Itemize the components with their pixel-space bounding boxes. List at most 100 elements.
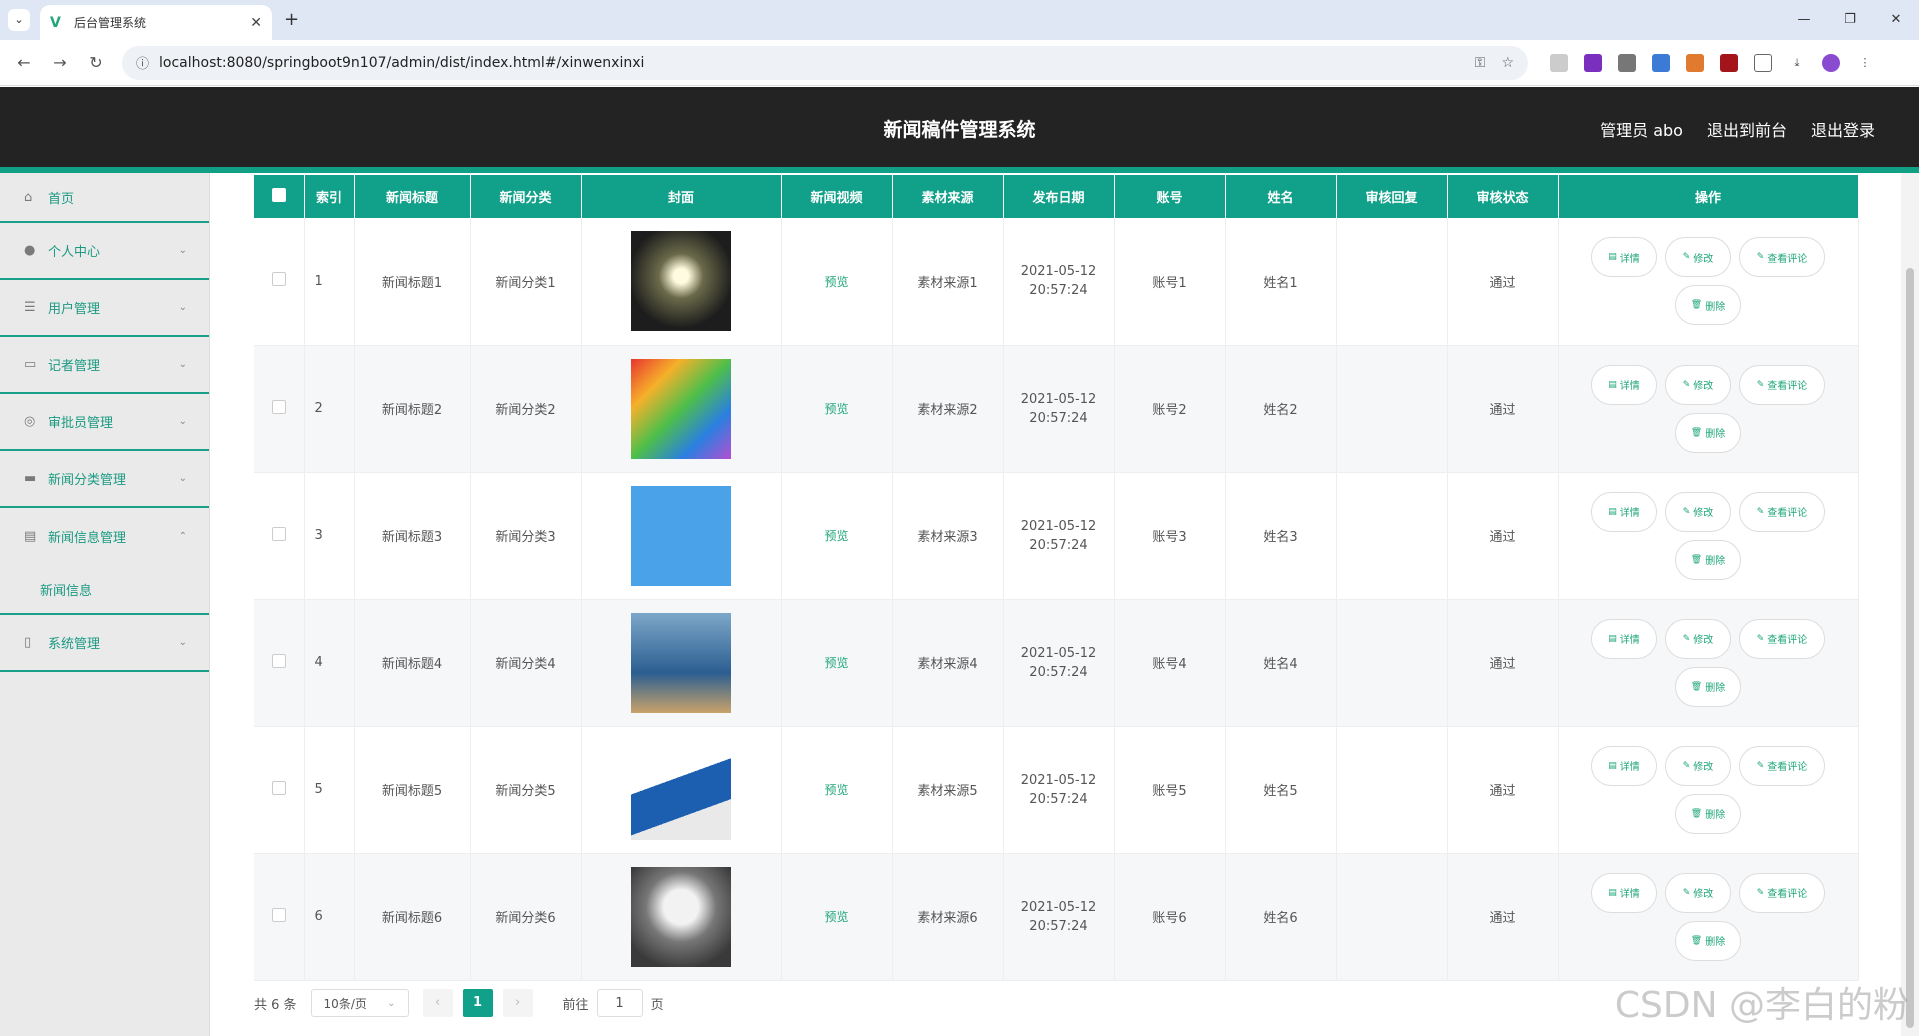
browser-tab[interactable]: V 后台管理系统 ✕ — [40, 5, 272, 40]
menu-dots-icon[interactable]: ⋮ — [1856, 53, 1874, 72]
puzzle-icon[interactable] — [1754, 53, 1772, 72]
view-comments-button[interactable]: ✎ 查看评论 — [1739, 618, 1825, 659]
time-text: 20:57:24 — [1029, 791, 1088, 807]
cover-image[interactable] — [631, 485, 731, 586]
edit-button[interactable]: ✎ 修改 — [1665, 364, 1731, 405]
profile-avatar[interactable] — [1822, 53, 1840, 72]
row-checkbox[interactable] — [271, 399, 286, 414]
delete-button[interactable]: 🗑 删除 — [1675, 920, 1741, 961]
page-size-select[interactable]: 10条/页 ⌄ — [310, 989, 409, 1017]
detail-button[interactable]: ▤ 详情 — [1591, 618, 1657, 659]
video-preview-link[interactable]: 预览 — [824, 910, 848, 924]
extension-icon[interactable] — [1618, 53, 1636, 72]
sidebar-item-system[interactable]: ▯ 系统管理 ⌄ — [0, 615, 209, 672]
page-scrollbar[interactable] — [1901, 173, 1919, 1036]
category-cell: 新闻分类6 — [470, 853, 582, 981]
delete-button[interactable]: 🗑 删除 — [1675, 285, 1741, 326]
edit-button[interactable]: ✎ 修改 — [1665, 618, 1731, 659]
new-tab-icon[interactable]: + — [284, 9, 299, 30]
detail-button[interactable]: ▤ 详情 — [1591, 872, 1657, 913]
video-preview-link[interactable]: 预览 — [824, 529, 848, 543]
bookmark-star-icon[interactable]: ☆ — [1501, 55, 1514, 71]
sidebar-item-profile[interactable]: ● 个人中心 ⌄ — [0, 223, 209, 280]
view-comments-button[interactable]: ✎ 查看评论 — [1739, 745, 1825, 786]
edit-button[interactable]: ✎ 修改 — [1665, 237, 1731, 278]
extension-icon[interactable] — [1686, 53, 1704, 72]
detail-button[interactable]: ▤ 详情 — [1591, 364, 1657, 405]
forward-icon[interactable]: → — [42, 53, 78, 72]
view-comments-button[interactable]: ✎ 查看评论 — [1739, 237, 1825, 278]
edit-button[interactable]: ✎ 修改 — [1665, 872, 1731, 913]
view-comments-button[interactable]: ✎ 查看评论 — [1739, 364, 1825, 405]
row-checkbox[interactable] — [271, 907, 286, 922]
delete-button[interactable]: 🗑 删除 — [1675, 793, 1741, 834]
page-number-current[interactable]: 1 — [462, 989, 493, 1017]
sidebar-item-categories[interactable]: ▬ 新闻分类管理 ⌄ — [0, 451, 209, 508]
chevron-down-icon: ⌄ — [178, 473, 187, 484]
row-select-cell[interactable] — [254, 853, 305, 981]
cover-image[interactable] — [631, 231, 731, 332]
close-tab-icon[interactable]: ✕ — [250, 15, 262, 31]
row-select-cell[interactable] — [254, 345, 305, 473]
edit-button[interactable]: ✎ 修改 — [1665, 491, 1731, 532]
chevron-down-icon: ⌄ — [178, 245, 187, 256]
close-window-icon[interactable]: ✕ — [1873, 0, 1919, 40]
delete-button[interactable]: 🗑 删除 — [1675, 539, 1741, 580]
ublock-icon[interactable] — [1720, 53, 1738, 72]
password-key-icon[interactable]: ⚿ — [1475, 55, 1486, 71]
prev-page-button[interactable]: ‹ — [422, 989, 453, 1017]
row-select-cell[interactable] — [254, 472, 305, 600]
cover-cell — [581, 218, 782, 346]
video-preview-link[interactable]: 预览 — [824, 783, 848, 797]
row-checkbox[interactable] — [271, 526, 286, 541]
download-icon[interactable]: ⤓ — [1788, 53, 1806, 72]
tab-search-icon[interactable]: ⌄ — [8, 9, 30, 31]
extensions-bar: ⤓ ⋮ — [1542, 53, 1882, 72]
scrollbar-thumb[interactable] — [1906, 268, 1914, 1028]
sidebar-subitem-news-info[interactable]: 新闻信息 — [0, 565, 209, 615]
detail-button[interactable]: ▤ 详情 — [1591, 491, 1657, 532]
sidebar-item-approvers[interactable]: ◎ 审批员管理 ⌄ — [0, 394, 209, 451]
detail-button[interactable]: ▤ 详情 — [1591, 237, 1657, 278]
cover-image[interactable] — [631, 866, 731, 967]
site-info-icon[interactable]: ⓘ — [136, 53, 149, 72]
row-checkbox[interactable] — [271, 780, 286, 795]
category-cell: 新闻分类4 — [470, 599, 582, 727]
goto-page-input[interactable]: 1 — [596, 989, 643, 1017]
row-select-cell[interactable] — [254, 218, 305, 346]
column-header: 审核状态 — [1447, 175, 1559, 218]
detail-button[interactable]: ▤ 详情 — [1591, 745, 1657, 786]
restore-icon[interactable]: ❐ — [1827, 0, 1873, 40]
cover-image[interactable] — [631, 739, 731, 840]
view-comments-button[interactable]: ✎ 查看评论 — [1739, 872, 1825, 913]
row-checkbox[interactable] — [271, 653, 286, 668]
back-icon[interactable]: ← — [6, 53, 42, 72]
view-comments-button[interactable]: ✎ 查看评论 — [1739, 491, 1825, 532]
video-preview-link[interactable]: 预览 — [824, 402, 848, 416]
row-checkbox[interactable] — [271, 272, 286, 287]
delete-button[interactable]: 🗑 删除 — [1675, 666, 1741, 707]
extension-icon[interactable] — [1550, 53, 1568, 72]
select-all-cell[interactable] — [254, 175, 305, 218]
sidebar-item-news[interactable]: ▤ 新闻信息管理 ⌃ — [0, 508, 209, 565]
sidebar-item-home[interactable]: ⌂ 首页 — [0, 173, 209, 223]
video-preview-link[interactable]: 预览 — [824, 656, 848, 670]
extension-icon[interactable] — [1584, 53, 1602, 72]
video-preview-link[interactable]: 预览 — [824, 275, 848, 289]
sidebar-item-reporters[interactable]: ▭ 记者管理 ⌄ — [0, 337, 209, 394]
select-all-checkbox[interactable] — [271, 187, 286, 202]
cover-image[interactable] — [631, 358, 731, 459]
logout-link[interactable]: 退出登录 — [1811, 117, 1875, 141]
cover-image[interactable] — [631, 612, 731, 713]
sidebar-item-users[interactable]: ☰ 用户管理 ⌄ — [0, 280, 209, 337]
row-select-cell[interactable] — [254, 726, 305, 854]
row-select-cell[interactable] — [254, 599, 305, 727]
minimize-icon[interactable]: — — [1781, 0, 1827, 40]
extension-icon[interactable] — [1652, 53, 1670, 72]
next-page-button[interactable]: › — [502, 989, 533, 1017]
reload-icon[interactable]: ↻ — [78, 53, 114, 72]
delete-button[interactable]: 🗑 删除 — [1675, 412, 1741, 453]
address-bar[interactable]: ⓘ localhost:8080/springboot9n107/admin/d… — [122, 45, 1528, 80]
exit-to-front-link[interactable]: 退出到前台 — [1707, 117, 1787, 141]
edit-button[interactable]: ✎ 修改 — [1665, 745, 1731, 786]
